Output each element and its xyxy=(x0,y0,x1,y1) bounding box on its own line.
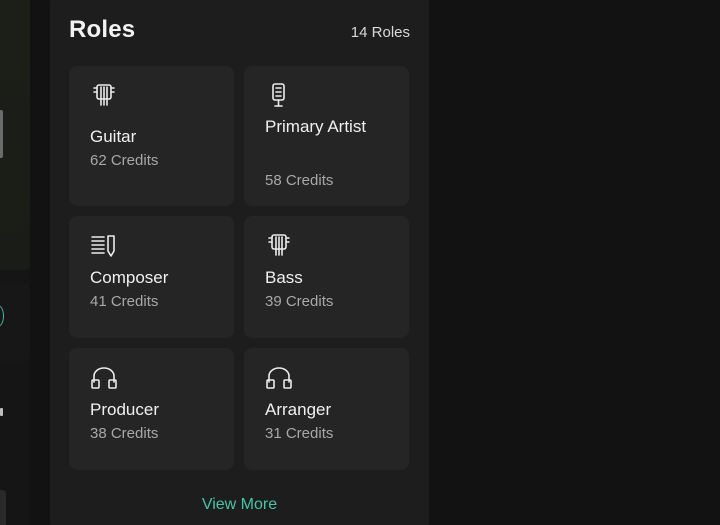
sheet-music-pen-icon xyxy=(90,232,118,260)
guitar-icon xyxy=(90,82,118,110)
roles-title: Roles xyxy=(69,16,136,43)
role-name: Composer xyxy=(90,268,169,287)
role-tile-arranger[interactable]: Arranger 31 Credits xyxy=(244,348,409,470)
sidebar-marker xyxy=(0,408,3,416)
sidebar-tab-handle[interactable] xyxy=(0,110,3,158)
role-tile-bass[interactable]: Bass 39 Credits xyxy=(244,216,409,338)
role-tile-composer[interactable]: Composer 41 Credits xyxy=(69,216,234,338)
role-tile-producer[interactable]: Producer 38 Credits xyxy=(69,348,234,470)
sidebar-middle-panel xyxy=(0,283,30,361)
headphones-icon xyxy=(90,364,118,392)
role-credits: 31 Credits xyxy=(265,425,334,442)
role-name: Arranger xyxy=(265,400,332,419)
role-credits: 38 Credits xyxy=(90,425,159,442)
role-credits: 39 Credits xyxy=(265,293,334,310)
left-sidebar-edge xyxy=(0,0,30,525)
role-name: Bass xyxy=(265,268,303,287)
bass-icon xyxy=(265,232,293,260)
role-credits: 41 Credits xyxy=(90,293,159,310)
role-credits: 62 Credits xyxy=(90,152,159,169)
role-credits: 58 Credits xyxy=(265,172,334,189)
role-name: Primary Artist xyxy=(265,117,367,136)
role-tile-guitar[interactable]: Guitar 62 Credits xyxy=(69,66,234,206)
roles-card: Roles 14 Roles Guitar 62 Credits Primary… xyxy=(50,0,429,525)
roles-count: 14 Roles xyxy=(350,24,410,41)
role-tile-primary-artist[interactable]: Primary Artist 58 Credits xyxy=(244,66,409,206)
app-stage: Roles 14 Roles Guitar 62 Credits Primary… xyxy=(0,0,720,525)
sidebar-upper-panel xyxy=(0,0,30,270)
role-name: Producer xyxy=(90,400,159,419)
sidebar-lower-tab[interactable] xyxy=(0,490,6,525)
microphone-icon xyxy=(265,82,293,110)
view-more-link[interactable]: View More xyxy=(50,496,429,514)
role-name: Guitar xyxy=(90,127,137,146)
headphones-icon xyxy=(265,364,293,392)
